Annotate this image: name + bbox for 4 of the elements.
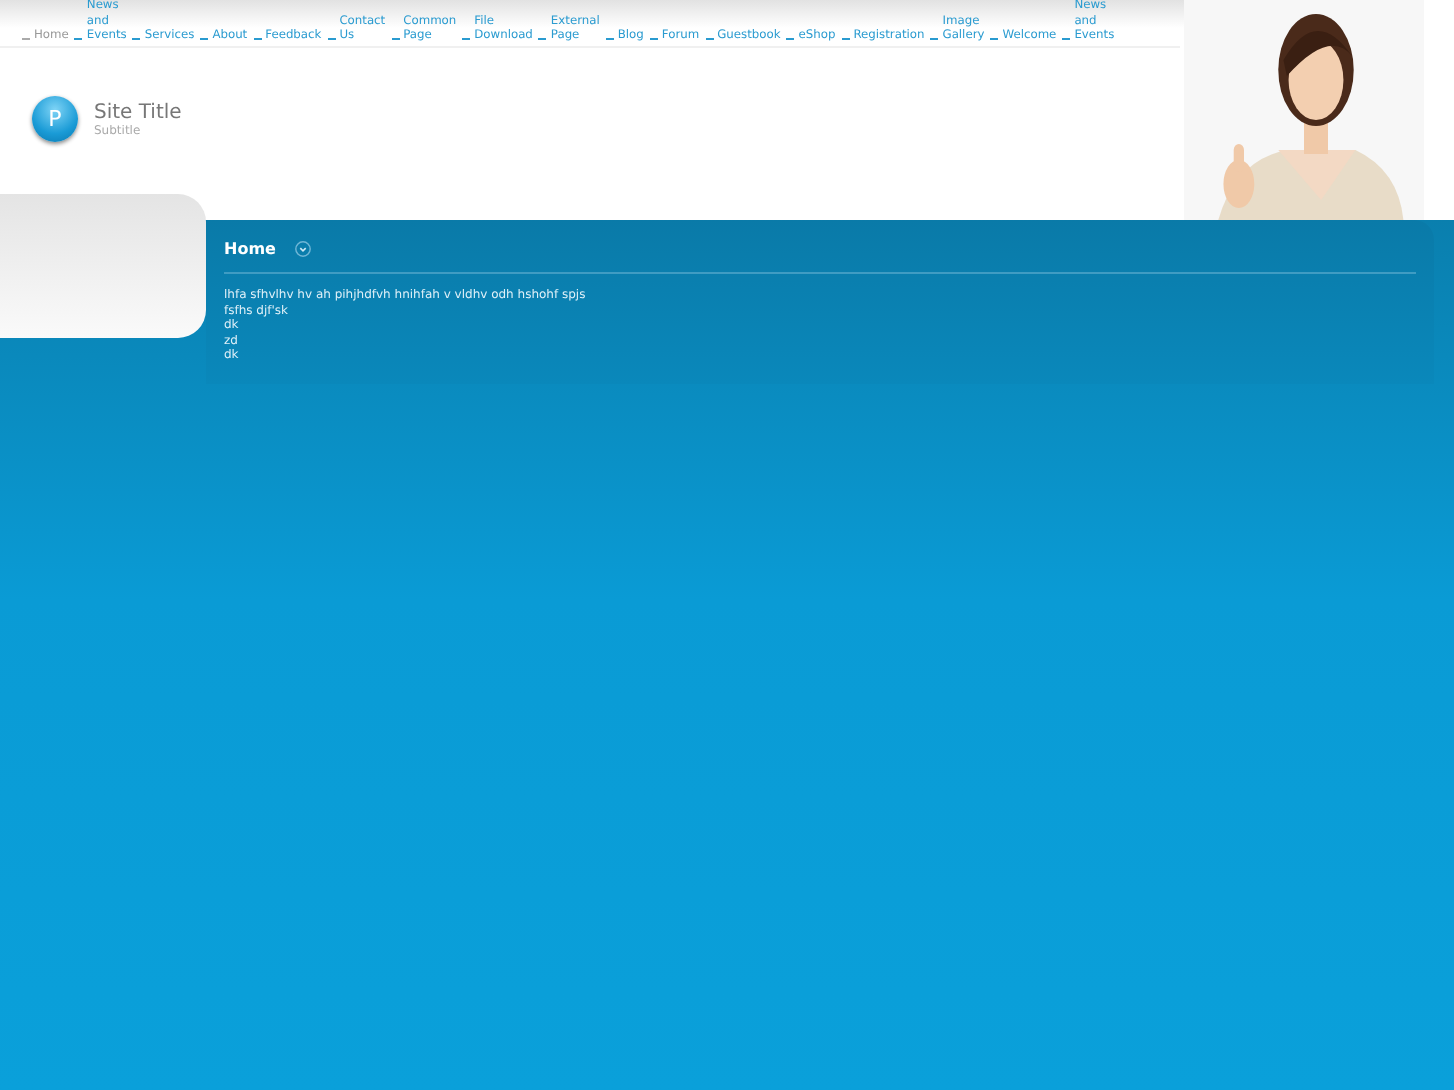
page-heading: Home bbox=[224, 240, 276, 258]
logo-icon: P bbox=[32, 96, 78, 142]
chevron-icon bbox=[293, 240, 312, 258]
site-title: Site Title bbox=[94, 101, 182, 123]
